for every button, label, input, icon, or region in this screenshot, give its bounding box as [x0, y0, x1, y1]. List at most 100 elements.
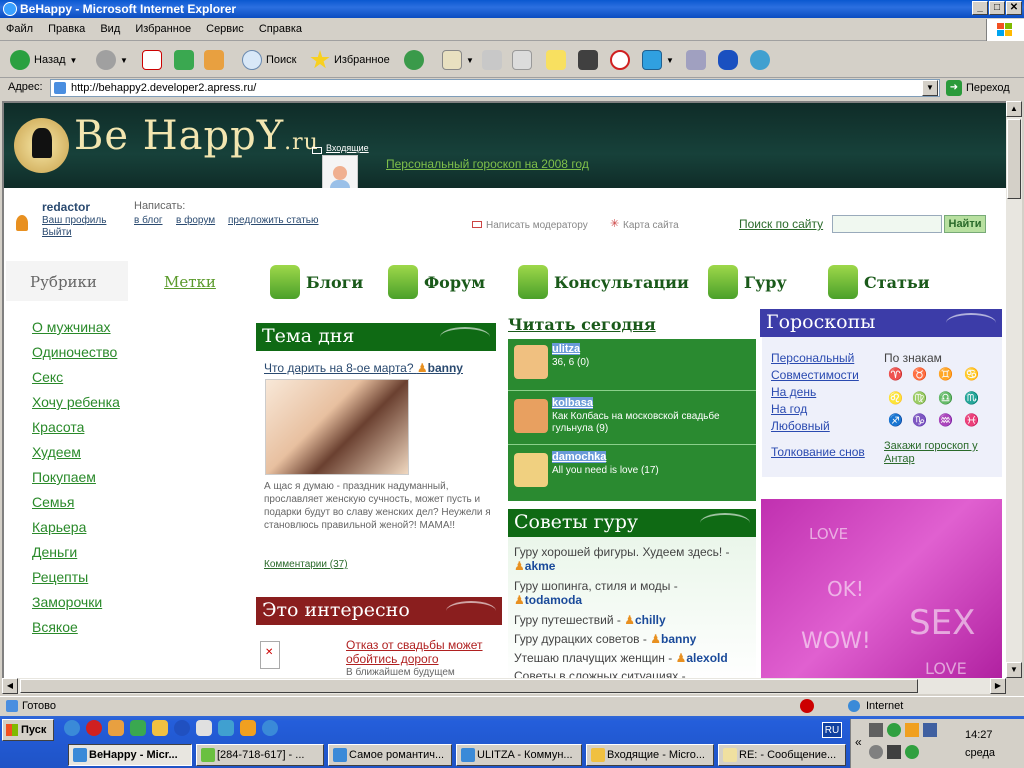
back-button[interactable]: Назад ▼: [10, 48, 77, 72]
menu-file[interactable]: Файл: [0, 19, 39, 35]
forward-button[interactable]: ▼: [96, 48, 128, 72]
app-icon[interactable]: [152, 720, 168, 736]
personal-horoscope-link[interactable]: Персональный гороскоп на 2008 год: [386, 157, 589, 171]
topic-question-link[interactable]: Что дарить на 8-ое марта? ♟banny: [264, 361, 463, 375]
app-icon[interactable]: [174, 720, 190, 736]
write-blog-link[interactable]: в блог: [134, 215, 163, 226]
list-item[interactable]: ulitza 36, 6 (0): [508, 339, 756, 391]
dreams-link[interactable]: Толкование снов: [771, 445, 865, 459]
clock-app-icon[interactable]: [905, 723, 919, 737]
app-icon[interactable]: [262, 720, 278, 736]
comments-link[interactable]: Комментарии (37): [264, 559, 348, 570]
app-icon[interactable]: [196, 720, 212, 736]
menu-tools[interactable]: Сервис: [200, 19, 250, 35]
monitor-icon[interactable]: [923, 723, 937, 737]
at-sign-icon[interactable]: [86, 720, 102, 736]
app-icon[interactable]: [130, 720, 146, 736]
messenger-button[interactable]: [750, 48, 770, 72]
bluetooth-button[interactable]: [718, 48, 738, 72]
horoscope-link[interactable]: Персональный: [771, 351, 854, 365]
scroll-right-button[interactable]: ▶: [990, 678, 1006, 694]
scroll-down-button[interactable]: ▼: [1006, 662, 1022, 678]
k-app-icon[interactable]: [887, 745, 901, 759]
read-today-header[interactable]: Читать сегодня: [508, 315, 656, 334]
hscroll-thumb[interactable]: [20, 679, 918, 693]
zodiac-aquarius-icon[interactable]: ♒: [938, 413, 953, 427]
rubric-link[interactable]: О мужчинах: [32, 319, 111, 335]
taskbar-item[interactable]: [284-718-617] - ...: [196, 744, 324, 766]
mail-button[interactable]: ▼: [442, 48, 474, 72]
expand-tray-icon[interactable]: «: [855, 735, 862, 749]
close-button[interactable]: ✕: [1006, 1, 1022, 15]
go-button[interactable]: ➜ Переход: [946, 80, 1010, 96]
zodiac-capricorn-icon[interactable]: ♑: [912, 413, 927, 427]
notes-button[interactable]: [546, 48, 566, 72]
language-indicator[interactable]: RU: [822, 722, 842, 738]
ad-banner[interactable]: LOVE OK! WOW! SEX LOVE: [761, 499, 1002, 678]
rubric-link[interactable]: Худеем: [32, 444, 81, 460]
address-input[interactable]: http://behappy2.developer2.apress.ru/: [50, 79, 940, 97]
nav-articles[interactable]: Статьи: [828, 263, 930, 301]
zodiac-sagittarius-icon[interactable]: ♐: [888, 413, 903, 427]
sitemap-link[interactable]: Карта сайта: [623, 220, 679, 231]
vertical-scrollbar[interactable]: ▲ ▼: [1006, 101, 1022, 678]
zodiac-leo-icon[interactable]: ♌: [888, 391, 903, 405]
zodiac-gemini-icon[interactable]: ♊: [938, 367, 953, 381]
app-icon[interactable]: [218, 720, 234, 736]
speaker-icon[interactable]: [869, 745, 883, 759]
moderator-link[interactable]: Написать модератору: [486, 220, 588, 231]
menu-favorites[interactable]: Избранное: [129, 19, 197, 35]
network-icon[interactable]: [869, 723, 883, 737]
scroll-thumb[interactable]: [1007, 119, 1021, 199]
rubric-link[interactable]: Покупаем: [32, 469, 96, 485]
at-button[interactable]: [610, 48, 630, 72]
horoscope-link[interactable]: Любовный: [771, 419, 830, 433]
refresh-button[interactable]: [174, 48, 194, 72]
skype-button[interactable]: ▼: [642, 48, 674, 72]
favorites-button[interactable]: Избранное: [310, 48, 390, 72]
taskbar-item[interactable]: RE: - Сообщение...: [718, 744, 846, 766]
rubric-link[interactable]: Всякое: [32, 619, 78, 635]
site-logo[interactable]: Be HappY.ru: [74, 113, 319, 159]
rubric-link[interactable]: Заморочки: [32, 594, 102, 610]
menu-help[interactable]: Справка: [253, 19, 308, 35]
zodiac-libra-icon[interactable]: ♎: [938, 391, 953, 405]
order-horoscope-link[interactable]: Закажи гороскоп у Антар: [884, 440, 1002, 466]
list-item[interactable]: damochka All you need is love (17): [508, 447, 756, 499]
print-button[interactable]: [482, 48, 502, 72]
scroll-up-button[interactable]: ▲: [1006, 101, 1022, 117]
ie-icon[interactable]: [64, 720, 80, 736]
horoscope-link[interactable]: На день: [771, 385, 816, 399]
nav-consultations[interactable]: Консультации: [518, 263, 689, 301]
zodiac-scorpio-icon[interactable]: ♏: [964, 391, 979, 405]
list-item[interactable]: kolbasa Как Колбась на московской свадьб…: [508, 393, 756, 445]
tab-tags[interactable]: Метки: [128, 261, 252, 301]
zodiac-aries-icon[interactable]: ♈: [888, 367, 903, 381]
interesting-link[interactable]: Отказ от свадьбы может обойтись дорого: [346, 638, 496, 666]
rubric-link[interactable]: Одиночество: [32, 344, 117, 360]
history-button[interactable]: [404, 48, 424, 72]
topic-photo[interactable]: [265, 379, 409, 475]
tab-rubrics[interactable]: Рубрики: [6, 261, 128, 301]
horoscope-link[interactable]: Совместимости: [771, 368, 859, 382]
rubric-link[interactable]: Карьера: [32, 519, 86, 535]
maximize-button[interactable]: □: [989, 1, 1005, 15]
rubric-link[interactable]: Секс: [32, 369, 63, 385]
rubric-link[interactable]: Деньги: [32, 544, 77, 560]
minimize-button[interactable]: _: [972, 1, 988, 15]
write-forum-link[interactable]: в форум: [176, 215, 215, 226]
taskbar-item[interactable]: Входящие - Micro...: [586, 744, 714, 766]
search-button[interactable]: Поиск: [242, 48, 296, 72]
start-button[interactable]: Пуск: [2, 719, 54, 741]
horoscope-link[interactable]: На год: [771, 402, 807, 416]
site-search-button[interactable]: Найти: [944, 215, 986, 233]
taskbar-item[interactable]: ULITZA - Коммун...: [456, 744, 582, 766]
k-button[interactable]: [578, 48, 598, 72]
horizontal-scrollbar[interactable]: ◀ ▶: [2, 678, 1006, 694]
rubric-link[interactable]: Хочу ребенка: [32, 394, 120, 410]
zodiac-virgo-icon[interactable]: ♍: [912, 391, 927, 405]
site-search-label[interactable]: Поиск по сайту: [739, 217, 823, 231]
scroll-left-button[interactable]: ◀: [2, 678, 18, 694]
inbox-link[interactable]: Входящие: [326, 143, 369, 153]
app-icon[interactable]: [240, 720, 256, 736]
